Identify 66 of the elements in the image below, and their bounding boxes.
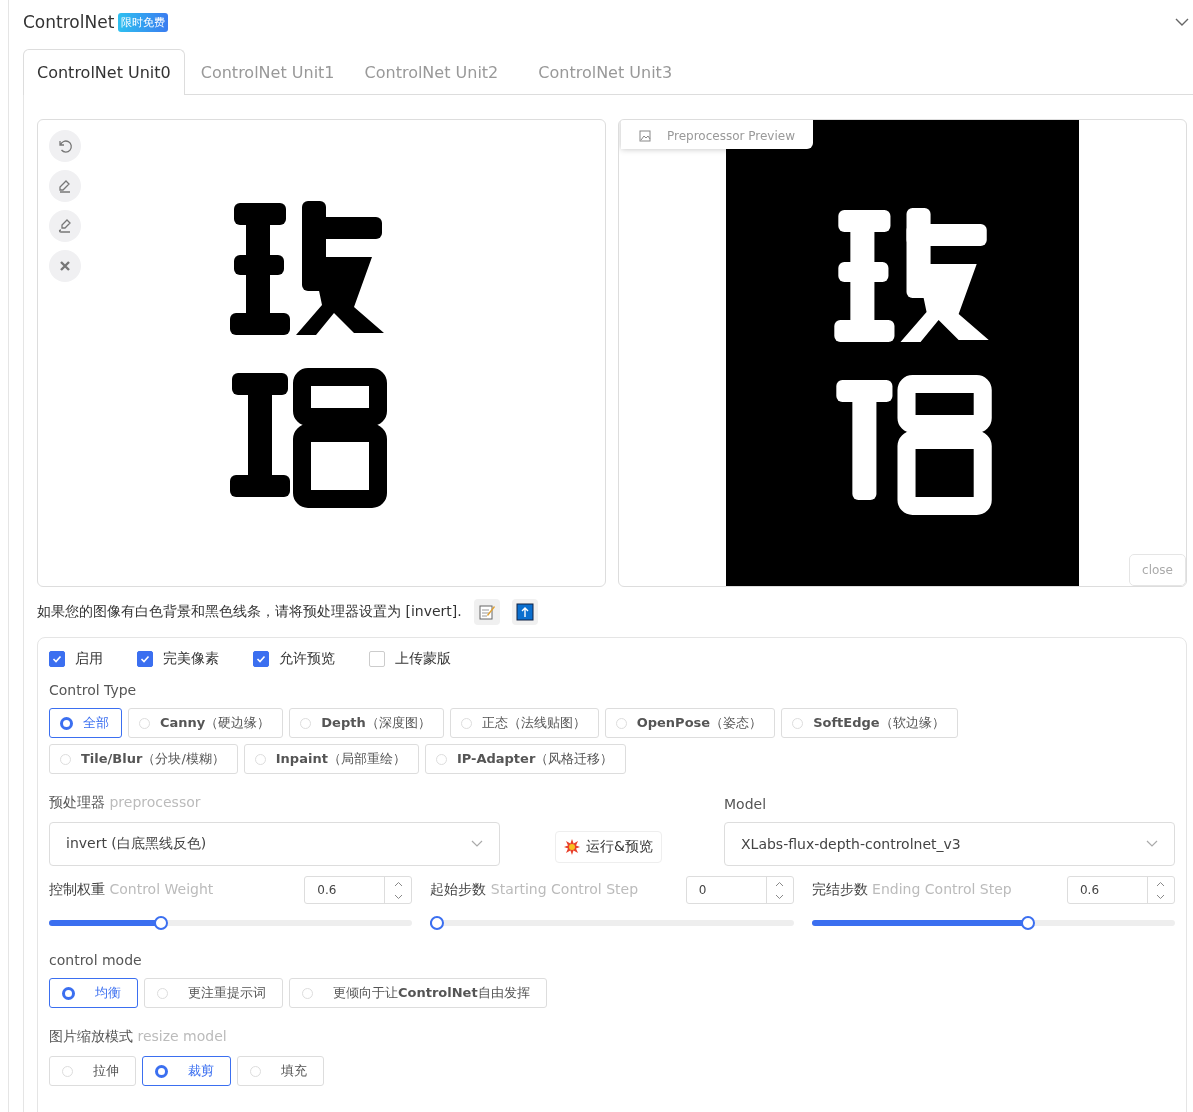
preview-label: Preprocessor Preview bbox=[621, 120, 813, 149]
upload-icon[interactable] bbox=[511, 599, 538, 625]
radio-option[interactable]: OpenPose（姿态） bbox=[604, 708, 776, 738]
decrement-icon[interactable] bbox=[1156, 893, 1166, 900]
explosion-icon bbox=[564, 839, 580, 855]
radio-option[interactable]: Inpaint（局部重绘） bbox=[243, 744, 419, 774]
model-dropdown[interactable]: XLabs-flux-depth-controlnet_v3 bbox=[724, 822, 1175, 866]
preprocessor-dropdown[interactable]: invert (白底黑线反色) bbox=[49, 822, 500, 866]
radio-option[interactable]: IP-Adapter（风格迁移） bbox=[424, 744, 627, 774]
checkbox[interactable] bbox=[369, 651, 385, 667]
undo-icon[interactable] bbox=[49, 130, 81, 162]
unit-tab[interactable]: ControlNet Unit0 bbox=[23, 49, 185, 95]
eraser-icon[interactable] bbox=[49, 170, 81, 202]
slider-label: 控制权重 Control Weight bbox=[49, 881, 214, 899]
radio-option[interactable]: Tile/Blur（分块/模糊） bbox=[49, 744, 238, 774]
run-preview-button[interactable]: 运行&预览 bbox=[555, 831, 662, 863]
image-icon bbox=[639, 130, 651, 142]
hint-text: 如果您的图像有白色背景和黑色线条，请将预处理器设置为 [invert]. bbox=[37, 603, 462, 621]
check-icon bbox=[140, 654, 150, 664]
slider[interactable] bbox=[49, 916, 413, 930]
checkbox[interactable] bbox=[137, 651, 153, 667]
slider-label: 完结步数 Ending Control Step bbox=[811, 881, 1012, 899]
number-input[interactable]: 0.6 bbox=[1067, 876, 1175, 904]
radio-option[interactable]: 裁剪 bbox=[142, 1056, 231, 1086]
field-label: 预处理器 preprocessor bbox=[49, 794, 201, 810]
increment-icon[interactable] bbox=[775, 880, 785, 887]
checkbox[interactable] bbox=[253, 651, 269, 667]
brush-icon[interactable] bbox=[49, 210, 81, 242]
chevron-icon bbox=[1146, 840, 1158, 848]
number-input[interactable]: 0.6 bbox=[304, 876, 413, 904]
radio-option[interactable]: 更注重提示词 bbox=[144, 978, 283, 1008]
checkbox-label: 完美像素 bbox=[163, 650, 219, 668]
checkbox-label: 上传蒙版 bbox=[395, 650, 451, 668]
promo-badge: 限时免费 bbox=[118, 12, 169, 32]
chevron-icon[interactable] bbox=[1175, 17, 1189, 27]
decrement-icon[interactable] bbox=[775, 893, 785, 900]
increment-icon[interactable] bbox=[1156, 880, 1166, 887]
check-icon bbox=[52, 654, 62, 664]
panel-title: ControlNet bbox=[23, 12, 115, 32]
field-label: Model bbox=[724, 796, 768, 812]
number-input[interactable]: 0 bbox=[685, 876, 794, 904]
radio-option[interactable]: 正态（法线贴图） bbox=[449, 708, 599, 738]
checkbox-label: 允许预览 bbox=[279, 650, 335, 668]
check-icon bbox=[256, 654, 266, 664]
decrement-icon[interactable] bbox=[393, 893, 403, 900]
image-canvas[interactable] bbox=[37, 119, 606, 587]
radio-option[interactable]: Depth（深度图） bbox=[289, 708, 444, 738]
section-label: Control Type bbox=[49, 682, 138, 698]
radio-option[interactable]: Canny（硬边缘） bbox=[128, 708, 284, 738]
slider-label: 起始步数 Starting Control Step bbox=[430, 881, 638, 899]
radio-option[interactable]: 拉伸 bbox=[49, 1056, 136, 1086]
checkbox[interactable] bbox=[49, 651, 65, 667]
slider[interactable] bbox=[811, 916, 1175, 930]
chevron-icon bbox=[471, 840, 483, 848]
section-label: control mode bbox=[49, 952, 143, 968]
checkbox-label: 启用 bbox=[75, 650, 103, 668]
radio-option[interactable]: 均衡 bbox=[49, 978, 138, 1008]
slider[interactable] bbox=[430, 916, 794, 930]
radio-option[interactable]: 全部 bbox=[49, 708, 122, 738]
section-label: 图片缩放模式 resize model bbox=[49, 1028, 227, 1044]
radio-option[interactable]: SoftEdge（软边缘） bbox=[781, 708, 958, 738]
increment-icon[interactable] bbox=[393, 880, 403, 887]
notepad-icon[interactable] bbox=[473, 599, 500, 625]
close-icon[interactable] bbox=[49, 250, 81, 282]
radio-option[interactable]: 更倾向于让ControlNet自由发挥 bbox=[289, 978, 547, 1008]
radio-option[interactable]: 填充 bbox=[237, 1056, 324, 1086]
